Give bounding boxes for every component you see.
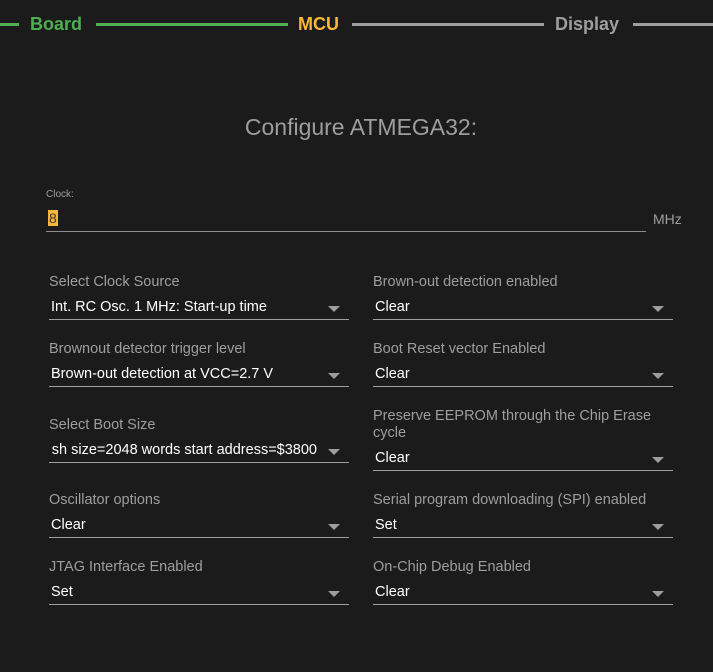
field-label: On-Chip Debug Enabled: [373, 559, 531, 575]
field-value: Set: [375, 517, 397, 533]
oscillator-options-field: Oscillator options Clear: [49, 492, 349, 538]
field-value: Clear: [375, 584, 410, 600]
chevron-down-icon[interactable]: [652, 373, 664, 379]
stepper: Board MCU Display: [0, 0, 713, 50]
clock-source-select[interactable]: Int. RC Osc. 1 MHz: Start-up time: [49, 297, 349, 320]
field-label: Boot Reset vector Enabled: [373, 341, 546, 357]
brownout-enabled-select[interactable]: Clear: [373, 297, 673, 320]
field-value: Set: [51, 584, 73, 600]
boot-size-field: Select Boot Size sh size=2048 words star…: [49, 417, 349, 463]
field-value: Int. RC Osc. 1 MHz: Start-up time: [51, 299, 267, 315]
field-label: Select Clock Source: [49, 274, 180, 290]
field-label: Brownout detector trigger level: [49, 341, 246, 357]
field-value: Clear: [375, 366, 410, 382]
field-value: Clear: [375, 450, 410, 466]
jtag-field: JTAG Interface Enabled Set: [49, 559, 349, 605]
clock-unit: MHz: [653, 211, 682, 227]
chevron-down-icon[interactable]: [328, 449, 340, 455]
chevron-down-icon[interactable]: [328, 306, 340, 312]
field-label: Brown-out detection enabled: [373, 274, 558, 290]
step-board[interactable]: Board: [30, 13, 82, 35]
field-value: Brown-out detection at VCC=2.7 V: [51, 366, 274, 382]
spi-enabled-field: Serial program downloading (SPI) enabled…: [373, 492, 673, 538]
chevron-down-icon[interactable]: [328, 373, 340, 379]
on-chip-debug-select[interactable]: Clear: [373, 582, 673, 605]
field-value: Clear: [51, 517, 86, 533]
field-label: Select Boot Size: [49, 417, 156, 433]
clock-value[interactable]: 8: [48, 210, 58, 226]
brownout-level-field: Brownout detector trigger level Brown-ou…: [49, 341, 349, 387]
on-chip-debug-field: On-Chip Debug Enabled Clear: [373, 559, 673, 605]
field-label: JTAG Interface Enabled: [49, 559, 203, 575]
chevron-down-icon[interactable]: [328, 591, 340, 597]
brownout-level-select[interactable]: Brown-out detection at VCC=2.7 V: [49, 364, 349, 387]
clock-input[interactable]: 8: [46, 209, 646, 232]
step-mcu[interactable]: MCU: [298, 13, 339, 35]
field-label: Oscillator options: [49, 492, 161, 508]
chevron-down-icon[interactable]: [652, 306, 664, 312]
chevron-down-icon[interactable]: [652, 457, 664, 463]
spi-enabled-select[interactable]: Set: [373, 515, 673, 538]
chevron-down-icon[interactable]: [652, 524, 664, 530]
jtag-select[interactable]: Set: [49, 582, 349, 605]
stepper-connector: [352, 23, 544, 26]
clock-label: Clock:: [46, 189, 74, 200]
preserve-eeprom-field: Preserve EEPROM through the Chip Erase c…: [373, 408, 673, 471]
stepper-connector: [0, 23, 19, 26]
field-value: Clear: [375, 299, 410, 315]
step-display[interactable]: Display: [555, 13, 619, 35]
oscillator-options-select[interactable]: Clear: [49, 515, 349, 538]
stepper-connector: [96, 23, 288, 26]
field-value: sh size=2048 words start address=$3800: [51, 442, 317, 458]
chevron-down-icon[interactable]: [652, 591, 664, 597]
boot-reset-field: Boot Reset vector Enabled Clear: [373, 341, 673, 387]
boot-reset-select[interactable]: Clear: [373, 364, 673, 387]
page-title: Configure ATMEGA32:: [244, 114, 478, 140]
stepper-connector: [633, 23, 713, 26]
chevron-down-icon[interactable]: [328, 524, 340, 530]
field-label: Preserve EEPROM through the Chip Erase c…: [373, 408, 652, 441]
preserve-eeprom-select[interactable]: Clear: [373, 448, 673, 471]
brownout-enabled-field: Brown-out detection enabled Clear: [373, 274, 673, 320]
boot-size-select[interactable]: sh size=2048 words start address=$3800: [49, 440, 349, 463]
clock-source-field: Select Clock Source Int. RC Osc. 1 MHz: …: [49, 274, 349, 320]
field-label: Serial program downloading (SPI) enabled: [373, 492, 647, 508]
